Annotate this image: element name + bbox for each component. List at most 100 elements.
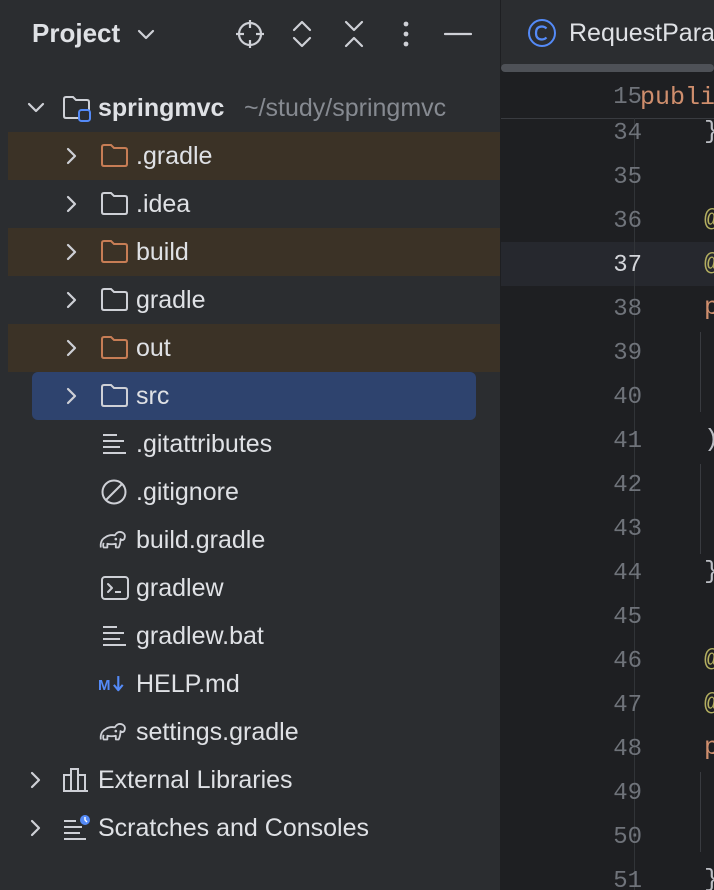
tree-item-settings-gradle[interactable]: settings.gradle	[8, 708, 500, 756]
tree-item-label: settings.gradle	[136, 718, 299, 746]
code-token: @	[704, 249, 714, 278]
chevron-right-icon[interactable]	[62, 290, 82, 310]
tree-item-label: gradle	[136, 286, 206, 314]
indent-guide	[700, 464, 701, 554]
code-token: p	[704, 733, 714, 762]
code-token: @	[704, 689, 714, 718]
sticky-separator	[501, 118, 714, 119]
chevron-right-icon[interactable]	[62, 338, 82, 358]
line-number: 46	[613, 648, 642, 675]
tree-item-label: gradlew	[136, 574, 224, 602]
tree-item-external-libraries[interactable]: External Libraries	[8, 756, 500, 804]
tree-item-idea[interactable]: .idea	[8, 180, 500, 228]
more-options-icon[interactable]	[390, 18, 422, 50]
tree-item-label: src	[136, 382, 170, 410]
code-token: @	[704, 205, 714, 234]
tree-item-gradle-dir[interactable]: .gradle	[8, 132, 500, 180]
tree-item-src[interactable]: src	[32, 372, 476, 420]
tree-item-help-md[interactable]: M HELP.md	[8, 660, 500, 708]
java-class-icon	[528, 19, 556, 47]
line-number: 50	[613, 824, 642, 851]
chevron-right-icon[interactable]	[62, 194, 82, 214]
panel-header: Project	[0, 0, 500, 70]
chevron-right-icon[interactable]	[62, 386, 82, 406]
tree-item-gradlew-bat[interactable]: gradlew.bat	[8, 612, 500, 660]
line-number: 35	[613, 164, 642, 191]
tree-item-build-gradle[interactable]: build.gradle	[8, 516, 500, 564]
scratches-icon	[64, 815, 90, 840]
tree-item-gitignore[interactable]: .gitignore	[8, 468, 500, 516]
sticky-line-number: 15	[613, 84, 642, 111]
line-number: 34	[613, 120, 642, 147]
line-number: 43	[613, 516, 642, 543]
tree-item-label: out	[136, 334, 171, 362]
excluded-folder-icon	[101, 240, 128, 263]
line-number: 49	[613, 780, 642, 807]
excluded-folder-icon	[101, 336, 128, 359]
tree-item-label: gradlew.bat	[136, 622, 264, 650]
root-project-name: springmvc	[98, 94, 225, 122]
chevron-right-icon[interactable]	[26, 770, 46, 790]
indent-guide	[700, 772, 701, 852]
tree-item-label: .gitattributes	[136, 430, 273, 458]
line-number: 36	[613, 208, 642, 235]
tree-item-label: External Libraries	[98, 766, 293, 794]
chevron-down-icon[interactable]	[26, 98, 46, 118]
sticky-header-line[interactable]: 15 publi	[501, 74, 714, 118]
line-number: 41	[613, 428, 642, 455]
tree-item-build[interactable]: build	[8, 228, 500, 276]
line-number: 38	[613, 296, 642, 323]
chevron-right-icon[interactable]	[26, 818, 46, 838]
code-token: )	[704, 425, 714, 454]
line-number: 44	[613, 560, 642, 587]
code-token: }	[704, 117, 714, 146]
terminal-file-icon	[101, 576, 129, 600]
text-file-icon	[103, 626, 126, 646]
collapse-all-icon[interactable]	[338, 18, 370, 50]
minimize-icon[interactable]	[442, 18, 474, 50]
chevron-down-icon[interactable]	[136, 26, 156, 44]
line-number: 40	[613, 384, 642, 411]
project-panel: Project springmvc ~/study/springmvc .gra…	[0, 0, 500, 890]
tree-item-label: build.gradle	[136, 526, 266, 554]
line-number: 45	[613, 604, 642, 631]
code-token: p	[704, 293, 714, 322]
tree-root-springmvc[interactable]: springmvc ~/study/springmvc	[8, 84, 500, 132]
tree-item-label: build	[136, 238, 189, 266]
folder-icon	[101, 288, 128, 311]
line-number: 51	[613, 868, 642, 890]
tree-item-label: HELP.md	[136, 670, 240, 698]
chevron-right-icon[interactable]	[62, 146, 82, 166]
chevron-right-icon[interactable]	[62, 242, 82, 262]
editor-tab-title[interactable]: RequestPara	[569, 19, 714, 48]
folder-icon	[101, 384, 128, 407]
panel-title[interactable]: Project	[32, 18, 120, 49]
line-number: 42	[613, 472, 642, 499]
gradle-elephant-icon	[99, 531, 126, 549]
tree-item-label: .gradle	[136, 142, 213, 170]
line-number-current: 37	[613, 252, 642, 279]
tree-item-gradlew[interactable]: gradlew	[8, 564, 500, 612]
line-number: 39	[613, 340, 642, 367]
root-project-path: ~/study/springmvc	[244, 94, 447, 122]
tree-item-label: Scratches and Consoles	[98, 814, 369, 842]
code-token: @	[704, 645, 714, 674]
tree-item-gitattributes[interactable]: .gitattributes	[8, 420, 500, 468]
expand-all-icon[interactable]	[286, 18, 318, 50]
code-editor: RequestPara 15 publi 34 35 36 37 38 39 4…	[501, 0, 714, 890]
tree-item-scratches[interactable]: Scratches and Consoles	[8, 804, 500, 852]
text-file-icon	[103, 434, 126, 454]
code-token: }	[704, 865, 714, 890]
tree-item-out[interactable]: out	[8, 324, 500, 372]
tree-item-gradle[interactable]: gradle	[8, 276, 500, 324]
gradle-elephant-icon	[99, 723, 126, 741]
tab-scrollbar[interactable]	[501, 64, 714, 72]
line-number: 48	[613, 736, 642, 763]
crosshair-icon[interactable]	[234, 18, 266, 50]
sticky-code: publi	[640, 83, 714, 112]
module-folder-icon	[63, 96, 91, 122]
tree-item-label: .gitignore	[136, 478, 239, 506]
svg-text:M: M	[98, 677, 111, 694]
excluded-folder-icon	[101, 144, 128, 167]
indent-guide	[700, 332, 701, 412]
